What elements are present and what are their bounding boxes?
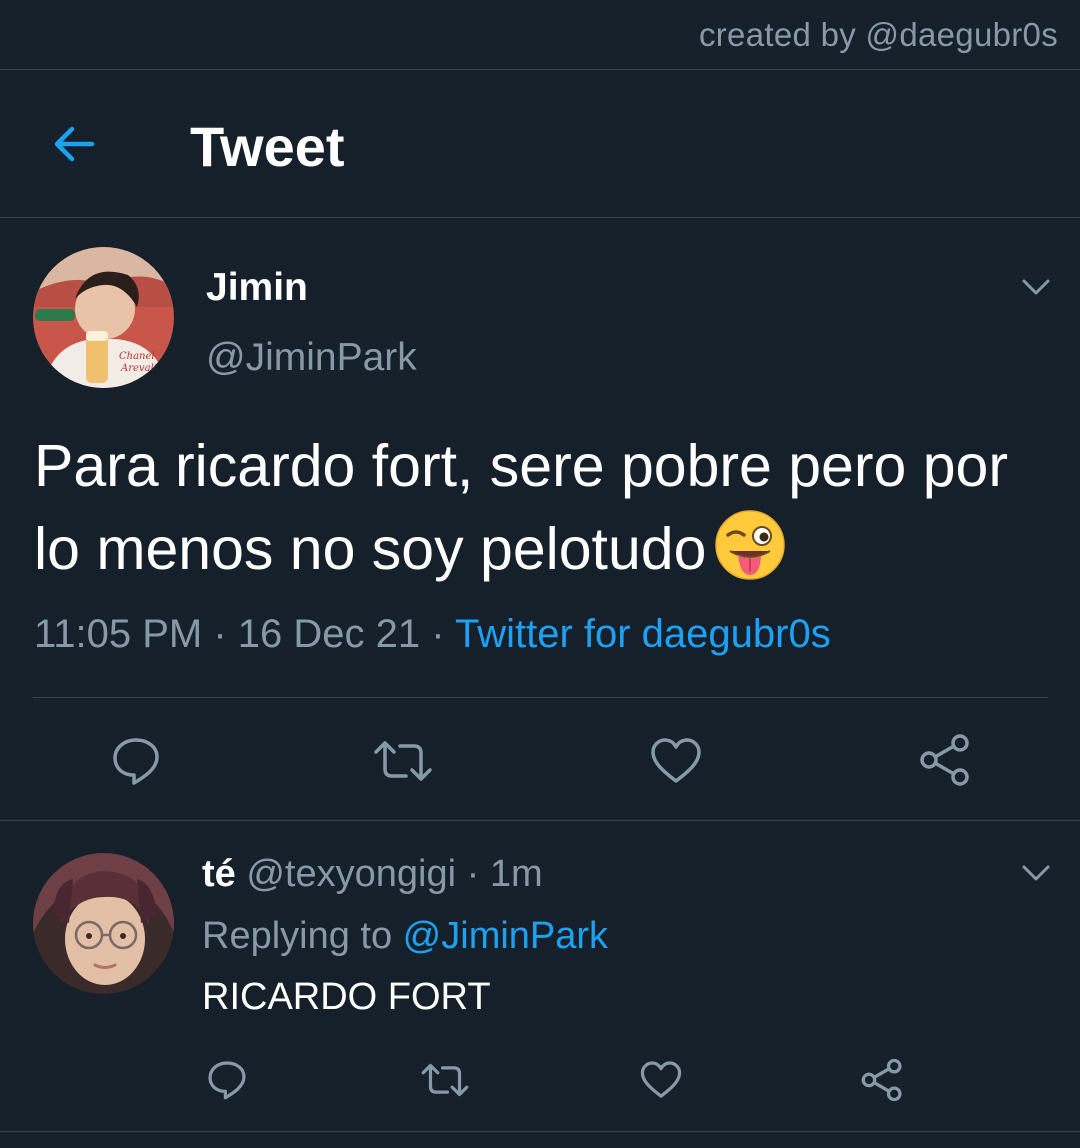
share-icon (861, 1058, 902, 1102)
chevron-down-icon (1022, 279, 1050, 295)
divider (0, 1131, 1080, 1132)
reply-button[interactable] (110, 735, 162, 792)
divider (33, 697, 1048, 698)
share-button[interactable] (918, 733, 972, 792)
author-avatar[interactable]: Chanel Arevalt (33, 247, 174, 388)
author-name[interactable]: Jimin (206, 266, 308, 310)
tweet-text: Para ricardo fort, sere pobre pero por l… (34, 433, 1008, 582)
replying-to-line: Replying to @JiminPark (202, 915, 608, 958)
reply-icon (208, 1061, 246, 1100)
retweet-button[interactable] (372, 735, 434, 792)
meta-separator: · (420, 612, 455, 656)
replying-prefix: Replying to (202, 915, 403, 957)
reply-like-button[interactable] (640, 1059, 682, 1106)
arrow-left-icon (54, 126, 95, 162)
reply-retweet-button[interactable] (420, 1059, 470, 1106)
reply-author-handle[interactable]: @texyongigi (246, 853, 456, 895)
divider (0, 820, 1080, 821)
reply-share-button[interactable] (860, 1058, 904, 1107)
reply-author-name[interactable]: té (202, 853, 236, 895)
tweet-source-link[interactable]: Twitter for daegubr0s (455, 612, 831, 656)
meta-separator: · (202, 612, 238, 656)
page-title: Tweet (190, 115, 345, 178)
tweet-text-block: Para ricardo fort, sere pobre pero por l… (34, 425, 1044, 591)
author-handle[interactable]: @JiminPark (206, 336, 417, 380)
avatar-photo (33, 853, 174, 994)
replying-to-mention[interactable]: @JiminPark (403, 915, 608, 957)
chevron-down-icon (1022, 865, 1050, 881)
reply-icon (113, 738, 159, 785)
back-button[interactable] (50, 120, 98, 168)
tweet-time: 11:05 PM (34, 612, 203, 656)
svg-text:Chanel: Chanel (119, 351, 155, 362)
reply-header: té @texyongigi · 1m (202, 853, 543, 896)
svg-text:Arevalt: Arevalt (120, 363, 159, 374)
meta-separator: · (456, 853, 490, 895)
like-icon (651, 738, 701, 783)
like-icon (640, 1061, 682, 1098)
tweet-date: 16 Dec 21 (237, 612, 421, 656)
reply-options-button[interactable] (1021, 863, 1051, 883)
reply-age: 1m (489, 853, 543, 895)
avatar-photo: Chanel Arevalt (33, 247, 174, 388)
winking-face-with-tongue-icon (715, 510, 786, 580)
top-app-bar: Tweet (0, 70, 1080, 218)
tweet-options-button[interactable] (1021, 277, 1051, 297)
credit-text: created by @daegubr0s (698, 16, 1058, 53)
retweet-icon (374, 741, 432, 781)
reply-avatar[interactable] (33, 853, 174, 994)
reply-reply-button[interactable] (206, 1059, 248, 1106)
share-icon (920, 734, 969, 786)
tweet-meta: 11:05 PM · 16 Dec 21 · Twitter for daegu… (34, 612, 831, 657)
retweet-icon (421, 1063, 469, 1097)
like-button[interactable] (650, 735, 702, 792)
reply-text: RICARDO FORT (202, 976, 491, 1018)
credit-bar: created by @daegubr0s (0, 0, 1080, 70)
